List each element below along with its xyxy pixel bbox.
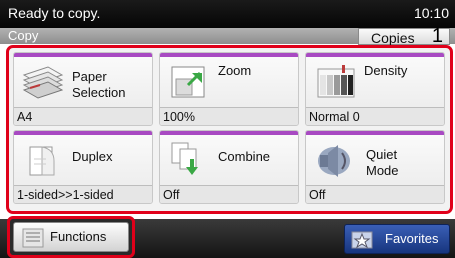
zoom-value: 100% bbox=[160, 107, 298, 125]
quiet-mode-label: Quiet Mode bbox=[366, 147, 399, 178]
quiet-mode-button[interactable]: Quiet Mode Off bbox=[305, 130, 445, 204]
paper-selection-button[interactable]: Paper Selection A4 bbox=[13, 52, 153, 126]
functions-list-icon bbox=[22, 228, 44, 248]
paper-selection-label: Paper Selection bbox=[72, 69, 126, 100]
combine-icon bbox=[171, 142, 198, 175]
functions-highlight-frame: Functions bbox=[7, 216, 135, 258]
density-button[interactable]: Density Normal 0 bbox=[305, 52, 445, 126]
status-bar: Ready to copy. 10:10 bbox=[0, 0, 455, 28]
duplex-label: Duplex bbox=[72, 149, 113, 164]
functions-button[interactable]: Functions bbox=[13, 222, 129, 252]
zoom-button[interactable]: Zoom 100% bbox=[159, 52, 299, 126]
functions-label: Functions bbox=[50, 229, 107, 244]
density-icon bbox=[317, 65, 355, 98]
density-label: Density bbox=[364, 63, 408, 78]
zoom-label: Zoom bbox=[218, 63, 252, 78]
paper-selection-value: A4 bbox=[14, 107, 152, 125]
favorites-star-icon bbox=[351, 231, 373, 249]
favorites-label: Favorites bbox=[385, 231, 439, 246]
combine-label: Combine bbox=[218, 149, 271, 164]
function-panel: Paper Selection A4 Zoom 100% Density Nor… bbox=[6, 45, 453, 214]
paper-stack-icon bbox=[22, 66, 64, 99]
quiet-mode-icon bbox=[318, 145, 350, 177]
quiet-mode-value: Off bbox=[306, 185, 444, 203]
screen-title: Copy bbox=[8, 28, 39, 43]
copies-display[interactable]: Copies 1 bbox=[358, 25, 450, 47]
combine-button[interactable]: Combine Off bbox=[159, 130, 299, 204]
favorites-button[interactable]: Favorites bbox=[344, 224, 450, 254]
duplex-button[interactable]: Duplex 1-sided>>1-sided bbox=[13, 130, 153, 204]
copies-label: Copies bbox=[371, 30, 415, 46]
clock: 10:10 bbox=[413, 5, 449, 21]
status-message: Ready to copy. bbox=[8, 5, 101, 21]
density-value: Normal 0 bbox=[306, 107, 444, 125]
zoom-icon bbox=[171, 66, 205, 98]
combine-value: Off bbox=[160, 185, 298, 203]
duplex-value: 1-sided>>1-sided bbox=[14, 185, 152, 203]
duplex-icon bbox=[29, 146, 55, 176]
